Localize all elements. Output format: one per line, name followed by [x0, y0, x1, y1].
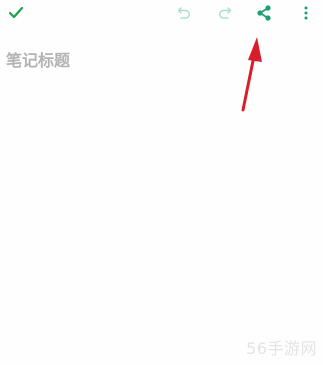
undo-icon — [177, 7, 190, 19]
redo-button[interactable] — [213, 2, 237, 24]
title-area — [0, 46, 323, 74]
note-body-editor[interactable] — [0, 80, 323, 320]
check-icon — [8, 6, 24, 19]
confirm-button[interactable] — [4, 2, 28, 24]
undo-button[interactable] — [172, 2, 196, 24]
redo-icon — [219, 7, 232, 19]
more-vertical-icon — [304, 6, 308, 20]
share-icon — [257, 5, 271, 21]
editor-toolbar — [0, 0, 323, 26]
note-editor-screen: 56手游网 — [0, 0, 323, 365]
share-button[interactable] — [252, 2, 276, 24]
watermark: 56手游网 — [246, 339, 317, 358]
note-title-input[interactable] — [6, 48, 306, 72]
more-options-button[interactable] — [294, 2, 318, 24]
